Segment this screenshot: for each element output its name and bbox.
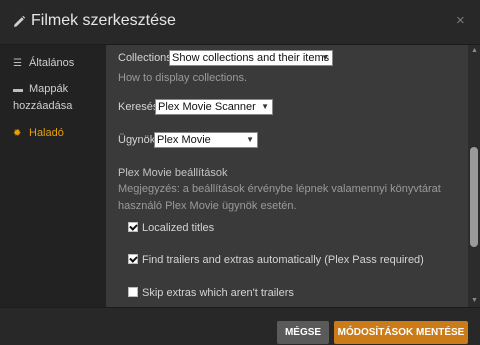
sidebar-item-label: Általános — [29, 57, 75, 69]
dialog-title: Filmek szerkesztése — [31, 12, 176, 29]
sidebar-item-general[interactable]: ☰ Általános — [13, 55, 74, 72]
save-changes-button[interactable]: MÓDOSÍTÁSOK MENTÉSE — [334, 321, 468, 344]
dialog-footer: MÉGSE MÓDOSÍTÁSOK MENTÉSE — [0, 307, 480, 345]
localized-titles-checkbox[interactable]: Localized titles — [128, 222, 214, 234]
sidebar: ☰ Általános ▬ Mappák hozzáadása ✹ Haladó — [0, 45, 106, 307]
sidebar-item-advanced[interactable]: ✹ Haladó — [13, 125, 64, 142]
agent-settings-heading: Plex Movie beállítások — [118, 167, 228, 179]
checkbox[interactable] — [128, 254, 138, 264]
agent-select[interactable]: Plex Movie ▼ — [154, 132, 258, 148]
checkbox[interactable] — [128, 222, 138, 232]
chevron-down-icon: ▼ — [246, 135, 254, 144]
dialog-header: Filmek szerkesztése × — [0, 0, 480, 45]
collections-label: Collections — [118, 52, 172, 64]
collections-select[interactable]: Show collections and their items ▼ — [169, 50, 333, 66]
collections-help: How to display collections. — [118, 72, 248, 84]
checkbox[interactable] — [128, 287, 138, 297]
sidebar-item-add-folders[interactable]: ▬ Mappák hozzáadása — [13, 81, 93, 114]
sidebar-item-label: Haladó — [29, 127, 64, 139]
scrollbar-thumb[interactable] — [470, 147, 478, 247]
scanner-label: Keresés — [118, 101, 159, 113]
checkbox-label: Localized titles — [142, 222, 215, 234]
scrollbar[interactable]: ▲ ▼ — [468, 45, 480, 307]
scanner-select-value: Plex Movie Scanner — [158, 101, 256, 113]
scroll-up-icon[interactable]: ▲ — [471, 47, 478, 54]
settings-panel: Collections Show collections and their i… — [106, 45, 468, 307]
folder-icon: ▬ — [13, 84, 23, 95]
cancel-button[interactable]: MÉGSE — [277, 321, 329, 344]
checkbox-label: Skip extras which aren't trailers — [142, 287, 294, 299]
pencil-icon — [14, 15, 26, 27]
chevron-down-icon: ▼ — [261, 102, 269, 111]
gear-icon: ✹ — [13, 128, 22, 139]
sliders-icon: ☰ — [13, 58, 22, 69]
close-icon[interactable]: × — [456, 12, 465, 29]
skip-extras-checkbox[interactable]: Skip extras which aren't trailers — [128, 287, 294, 299]
agent-label: Ügynök — [118, 134, 156, 146]
scanner-select[interactable]: Plex Movie Scanner ▼ — [155, 99, 273, 115]
checkbox-label: Find trailers and extras automatically (… — [142, 254, 424, 266]
agent-select-value: Plex Movie — [157, 134, 211, 146]
collections-select-value: Show collections and their items — [172, 52, 330, 64]
find-trailers-checkbox[interactable]: Find trailers and extras automatically (… — [128, 254, 424, 266]
chevron-down-icon: ▼ — [321, 53, 329, 62]
agent-settings-note: Megjegyzés: a beállítások érvénybe lépne… — [118, 183, 441, 212]
scroll-down-icon[interactable]: ▼ — [471, 297, 478, 304]
